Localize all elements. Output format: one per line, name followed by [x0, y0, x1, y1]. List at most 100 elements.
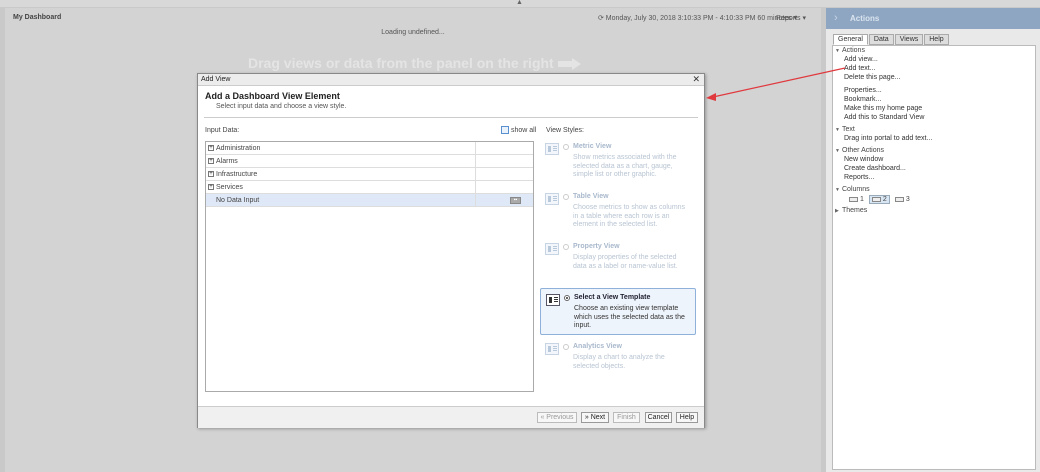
section-actions-label: Actions [842, 47, 865, 54]
view-style-template[interactable]: Select a View Template Choose an existin… [540, 288, 696, 335]
view-style-metric[interactable]: Metric View Show metrics associated with… [540, 138, 696, 185]
action-add-view[interactable]: Add view... [844, 56, 878, 63]
action-delete-page[interactable]: Delete this page... [844, 74, 900, 81]
cancel-button[interactable]: Cancel [645, 412, 672, 423]
triangle-down-icon: ▼ [835, 187, 840, 193]
view-style-desc: Display a chart to analyze the selected … [573, 354, 665, 370]
column-divider [475, 155, 476, 168]
columns-option-1[interactable]: 1 [847, 195, 866, 204]
tree-row-services[interactable]: + Services [206, 181, 533, 194]
tab-views[interactable]: Views [894, 34, 924, 45]
section-columns[interactable]: ▼ Columns [835, 186, 870, 193]
checkbox-icon[interactable] [501, 126, 509, 134]
action-add-text[interactable]: Add text... [844, 65, 876, 72]
previous-button[interactable]: « Previous [537, 412, 577, 423]
radio-button-selected[interactable] [564, 295, 570, 301]
action-home-page[interactable]: Make this my home page [844, 105, 922, 112]
column-divider [475, 168, 476, 181]
divider [204, 117, 698, 118]
section-themes[interactable]: ▶ Themes [835, 207, 867, 214]
input-data-tree: + Administration + Alarms + Infrastructu… [205, 141, 534, 392]
dialog-title: Add View [201, 76, 231, 83]
columns-option-label: 1 [860, 196, 864, 203]
analytics-view-icon [545, 343, 559, 355]
section-text[interactable]: ▼ Text [835, 126, 855, 133]
chevron-right-icon[interactable]: › [834, 12, 838, 24]
column-divider [475, 181, 476, 194]
dialog-heading: Add a Dashboard View Element [205, 91, 340, 101]
section-other-actions[interactable]: ▼ Other Actions [835, 147, 884, 154]
section-text-label: Text [842, 126, 855, 133]
column-layout-icon [849, 197, 858, 202]
action-bookmark[interactable]: Bookmark... [844, 96, 881, 103]
tree-row-label: Services [216, 184, 243, 191]
view-style-property[interactable]: Property View Display properties of the … [540, 238, 696, 285]
view-styles-label: View Styles: [546, 127, 584, 134]
tree-row-no-data-input[interactable]: No Data Input ▪▪ [206, 194, 533, 207]
action-reports[interactable]: Reports... [844, 174, 874, 181]
action-create-dashboard[interactable]: Create dashboard... [844, 165, 906, 172]
loading-text: Loading undefined... [381, 29, 445, 36]
section-actions[interactable]: ▼ Actions [835, 47, 865, 54]
finish-button[interactable]: Finish [613, 412, 640, 423]
section-columns-label: Columns [842, 186, 870, 193]
expand-icon[interactable]: + [208, 171, 214, 177]
view-style-desc: Display properties of the selected data … [573, 254, 678, 270]
action-new-window[interactable]: New window [844, 156, 883, 163]
columns-option-label: 2 [882, 196, 887, 203]
view-style-title: Property View [573, 243, 620, 250]
triangle-down-icon: ▼ [835, 48, 840, 54]
tree-row-infrastructure[interactable]: + Infrastructure [206, 168, 533, 181]
view-style-desc: Choose an existing view template which u… [574, 305, 685, 329]
radio-button[interactable] [563, 194, 569, 200]
tree-row-label: Infrastructure [216, 171, 258, 178]
tree-row-administration[interactable]: + Administration [206, 142, 533, 155]
tab-general[interactable]: General [833, 34, 868, 45]
radio-button[interactable] [563, 244, 569, 250]
column-divider [475, 194, 476, 207]
template-view-icon [546, 294, 560, 306]
view-style-analytics[interactable]: Analytics View Display a chart to analyz… [540, 338, 696, 385]
view-style-desc: Choose metrics to show as columns in a t… [573, 204, 686, 228]
reports-menu[interactable]: Reports ▾ [776, 14, 806, 22]
action-standard-view[interactable]: Add this to Standard View [844, 114, 924, 121]
table-view-icon [545, 193, 559, 205]
view-style-title: Metric View [573, 143, 612, 150]
dialog-titlebar[interactable]: Add View ✕ [198, 74, 704, 86]
triangle-down-icon: ▼ [835, 148, 840, 154]
expand-icon[interactable]: + [208, 145, 214, 151]
expand-icon[interactable]: + [208, 184, 214, 190]
input-data-label: Input Data: [205, 127, 240, 134]
metric-view-icon [545, 143, 559, 155]
actions-body: ▼ Actions Add view... Add text... Delete … [832, 45, 1036, 470]
radio-button[interactable] [563, 144, 569, 150]
columns-option-3[interactable]: 3 [893, 195, 912, 204]
view-style-table[interactable]: Table View Choose metrics to show as col… [540, 188, 696, 235]
triangle-right-icon: ▶ [835, 208, 839, 214]
close-icon[interactable]: ✕ [692, 74, 700, 85]
radio-button[interactable] [563, 344, 569, 350]
arrow-right-icon [557, 58, 582, 71]
tree-row-alarms[interactable]: + Alarms [206, 155, 533, 168]
dialog-subheading: Select input data and choose a view styl… [216, 103, 347, 110]
tab-data[interactable]: Data [868, 34, 894, 45]
triangle-down-icon: ▼ [835, 127, 840, 133]
actions-panel: › Actions General Data Views Help ▼ Actio… [826, 8, 1040, 472]
show-all-checkbox[interactable]: show all [501, 126, 536, 134]
view-style-desc: Show metrics associated with the selecte… [573, 154, 677, 178]
tab-help[interactable]: Help [924, 34, 949, 45]
collapse-top-icon[interactable]: ▲ [516, 0, 523, 6]
section-themes-label: Themes [842, 207, 868, 214]
expand-icon[interactable]: + [208, 158, 214, 164]
column-layout-icon [871, 197, 881, 202]
tree-row-label: Administration [216, 145, 261, 152]
action-properties[interactable]: Properties... [844, 87, 882, 94]
add-view-dialog: Add View ✕ Add a Dashboard View Element … [197, 73, 705, 428]
time-range-selector[interactable]: ⟳ Monday, July 30, 2018 3:10:33 PM - 4:1… [598, 14, 797, 22]
action-drag-text[interactable]: Drag into portal to add text... [844, 135, 932, 142]
actions-title: Actions [850, 14, 880, 23]
help-button[interactable]: Help [676, 412, 698, 423]
next-button[interactable]: » Next [581, 412, 609, 423]
actions-header: › Actions [826, 8, 1040, 29]
columns-option-2[interactable]: 2 [868, 195, 890, 204]
